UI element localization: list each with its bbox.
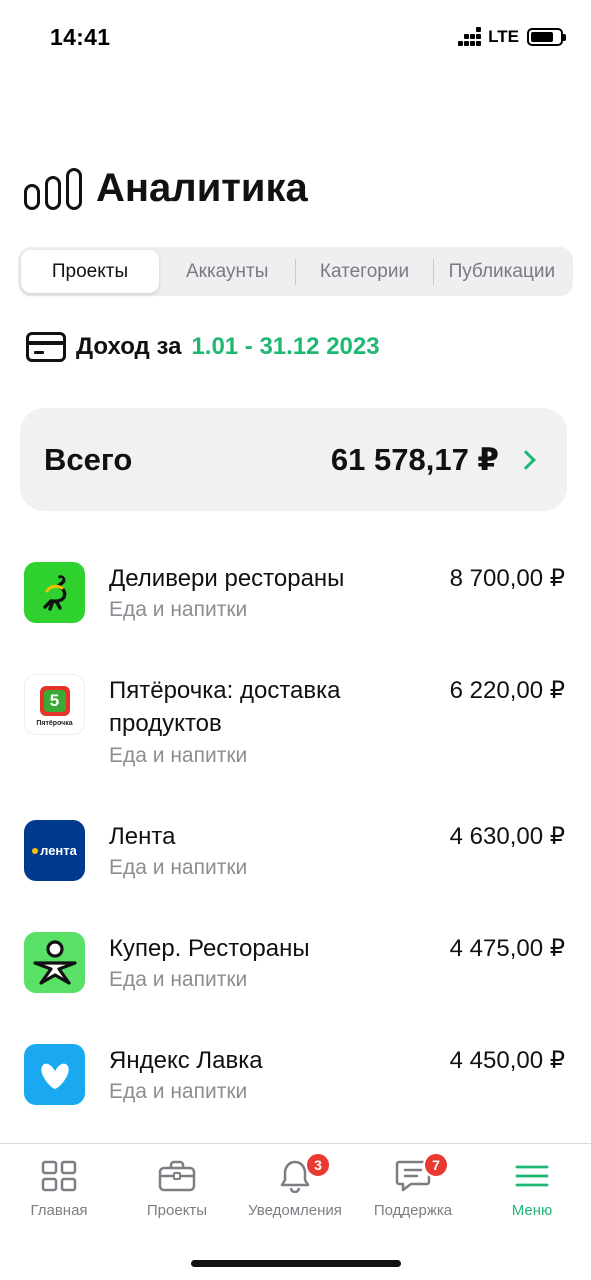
pyaterochka-logo-text: 5 (49, 691, 60, 710)
segmented-tabs: Проекты Аккаунты Категории Публикации (18, 247, 573, 296)
tabbar-label: Меню (511, 1202, 553, 1219)
item-title: Лента (109, 823, 176, 850)
item-amount: 8 700,00 ₽ (449, 565, 565, 592)
tabbar-projects[interactable]: Проекты (118, 1158, 236, 1219)
total-value: 61 578,17 ₽ (330, 441, 499, 477)
item-amount: 4 450,00 ₽ (449, 1047, 565, 1074)
chat-icon: 7 (393, 1152, 449, 1194)
tabbar-menu[interactable]: Меню (473, 1158, 591, 1219)
item-title: Пятёрочка: доставка продуктов (109, 677, 341, 737)
tabbar-home[interactable]: Главная (0, 1158, 118, 1219)
pyaterochka-logo-caption: Пятёрочка (36, 720, 73, 727)
item-title: Яндекс Лавка (109, 1047, 263, 1074)
item-category: Еда и напитки (109, 744, 248, 767)
status-indicators: LTE (458, 27, 566, 47)
item-category: Еда и напитки (109, 856, 248, 879)
bar-chart-icon (24, 167, 82, 210)
status-bar: 14:41 LTE (0, 0, 591, 76)
tabbar-label: Поддержка (373, 1202, 453, 1219)
tabbar-support[interactable]: 7 Поддержка (354, 1152, 472, 1219)
yandex-lavka-icon (24, 1044, 85, 1105)
kuper-icon (24, 932, 85, 993)
status-time: 14:41 (50, 24, 111, 50)
tabbar-label: Уведомления (248, 1202, 342, 1219)
signal-icon (458, 27, 482, 46)
item-category: Еда и напитки (109, 968, 248, 991)
grid-icon (39, 1158, 79, 1194)
item-category: Еда и напитки (109, 1080, 248, 1103)
tab-projects[interactable]: Проекты (21, 250, 159, 293)
item-title: Деливери рестораны (109, 565, 345, 592)
item-title: Купер. Рестораны (109, 935, 310, 962)
item-category: Еда и напитки (109, 598, 248, 621)
tabbar-notifications[interactable]: 3 Уведомления (236, 1152, 354, 1219)
tabbar-label: Проекты (146, 1202, 208, 1219)
network-label: LTE (488, 27, 519, 46)
home-indicator (191, 1260, 401, 1267)
item-amount: 4 475,00 ₽ (449, 935, 565, 962)
page-header: Аналитика (24, 166, 308, 211)
income-label: Доход за (76, 333, 182, 360)
page-title: Аналитика (96, 166, 308, 210)
total-card[interactable]: Всего 61 578,17 ₽ (20, 408, 567, 511)
total-label: Всего (44, 441, 133, 477)
tab-categories[interactable]: Категории (296, 250, 432, 293)
lenta-logo-text: лента (40, 843, 77, 858)
income-date-range[interactable]: 1.01 - 31.12 2023 (191, 333, 379, 361)
income-period[interactable]: Доход за 1.01 - 31.12 2023 (26, 332, 380, 362)
bell-icon: 3 (275, 1152, 331, 1194)
tab-accounts[interactable]: Аккаунты (159, 250, 295, 293)
item-amount: 4 630,00 ₽ (449, 823, 565, 850)
notification-badge: 3 (305, 1152, 331, 1178)
tabbar-label: Главная (30, 1202, 88, 1219)
lenta-icon: лента (24, 820, 85, 881)
item-amount: 6 220,00 ₽ (449, 677, 565, 704)
credit-card-icon (26, 332, 66, 362)
pyaterochka-icon: 5 Пятёрочка (24, 674, 85, 735)
chevron-right-icon (516, 449, 536, 470)
briefcase-icon (157, 1158, 197, 1194)
menu-icon (512, 1158, 552, 1194)
battery-icon (527, 28, 566, 46)
support-badge: 7 (423, 1152, 449, 1178)
tab-publications[interactable]: Публикации (434, 250, 570, 293)
delivery-club-icon (24, 562, 85, 623)
